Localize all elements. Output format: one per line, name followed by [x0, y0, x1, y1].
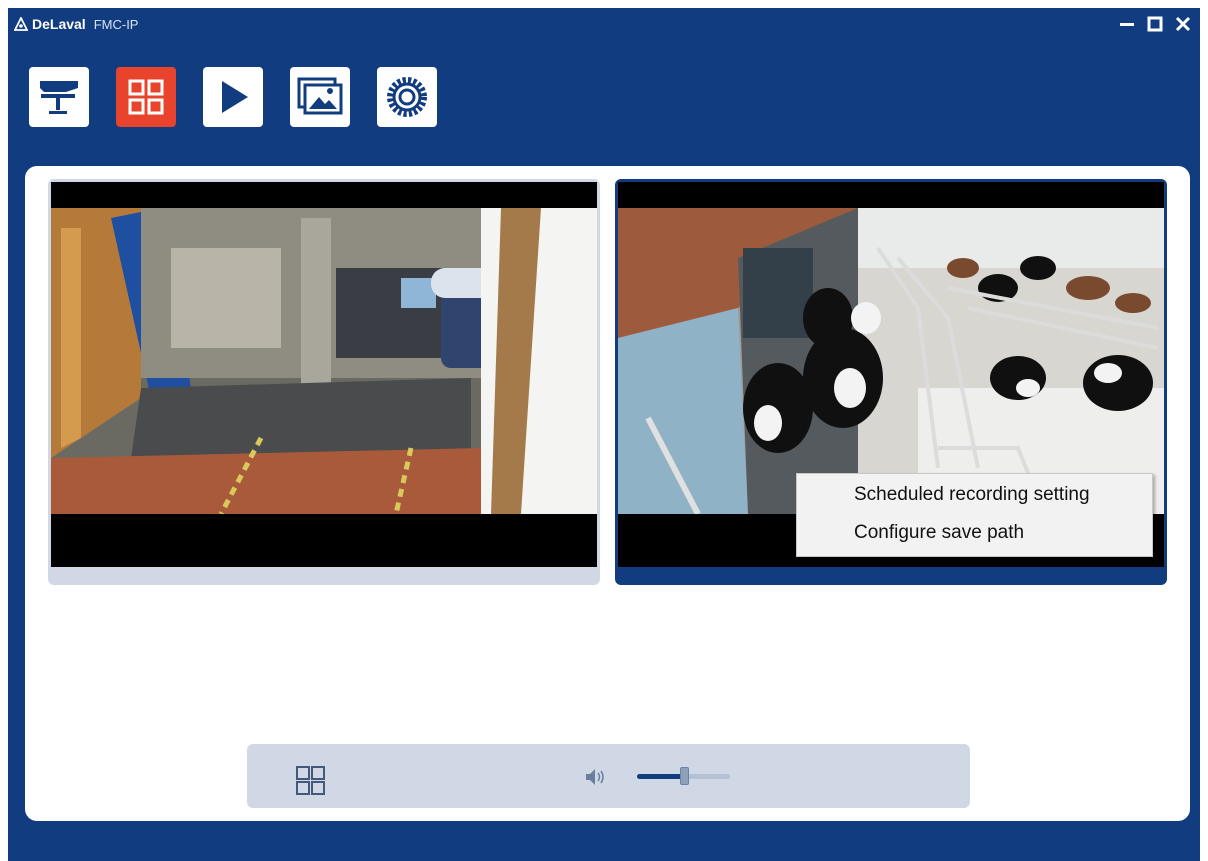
bottom-control-bar: [247, 744, 970, 808]
app-window: DeLaval FMC-IP Scheduled recording setti…: [8, 8, 1200, 861]
play-icon: [222, 81, 248, 113]
context-menu: Scheduled recording setting Configure sa…: [796, 473, 1153, 557]
title-bar: DeLaval FMC-IP: [8, 8, 1200, 40]
close-icon: [1175, 16, 1191, 32]
milking-station-button[interactable]: [29, 67, 89, 127]
menu-item-scheduled-recording[interactable]: Scheduled recording setting: [797, 477, 1152, 513]
grid-layout-icon[interactable]: [296, 766, 326, 796]
grid-view-button[interactable]: [116, 67, 176, 127]
brand: DeLaval FMC-IP: [14, 16, 138, 32]
volume-slider[interactable]: [637, 767, 730, 785]
gallery-button[interactable]: [290, 67, 350, 127]
settings-gear-icon: [387, 77, 427, 117]
maximize-button[interactable]: [1142, 12, 1168, 36]
camera-2-feed[interactable]: [618, 208, 1164, 514]
play-button[interactable]: [203, 67, 263, 127]
minimize-button[interactable]: [1114, 12, 1140, 36]
camera-tile-1[interactable]: [48, 179, 600, 585]
speaker-icon[interactable]: [584, 767, 608, 787]
settings-button[interactable]: [377, 67, 437, 127]
volume-fill: [637, 774, 684, 779]
minimize-icon: [1120, 23, 1134, 26]
grid-view-icon: [128, 79, 164, 115]
milking-station-icon: [40, 81, 78, 114]
camera-1-feed[interactable]: [51, 208, 597, 514]
product-name: FMC-IP: [93, 16, 139, 32]
gallery-icon: [297, 77, 343, 115]
volume-thumb[interactable]: [679, 767, 689, 785]
menu-item-configure-save-path[interactable]: Configure save path: [797, 515, 1152, 551]
camera-1-screen: [51, 182, 597, 567]
close-button[interactable]: [1170, 12, 1196, 36]
delaval-logo-icon: [14, 17, 28, 31]
maximize-icon: [1147, 16, 1163, 32]
brand-name: DeLaval: [32, 16, 86, 32]
